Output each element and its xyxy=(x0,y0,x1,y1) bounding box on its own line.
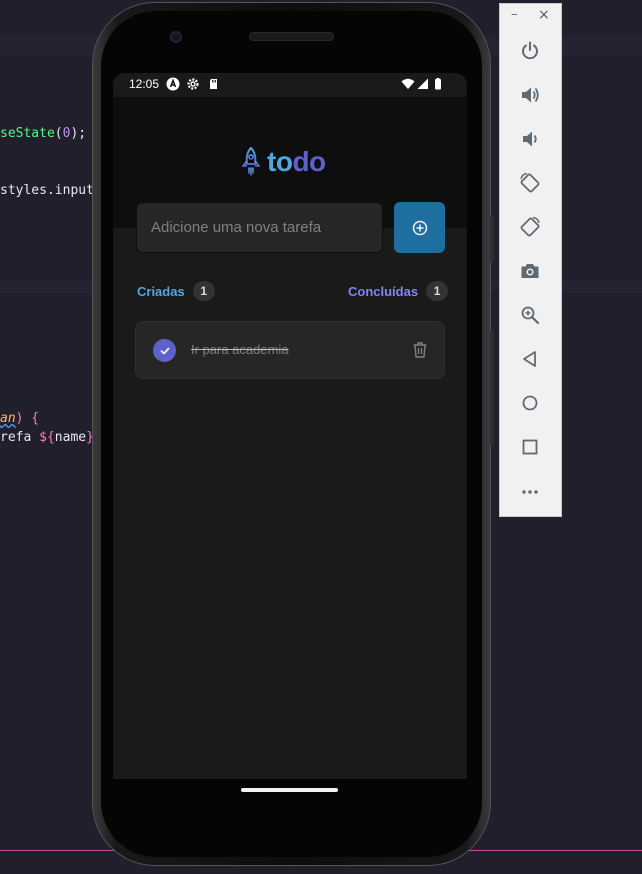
code-token: name xyxy=(54,430,87,445)
rotate-left-icon xyxy=(520,172,540,193)
gesture-home-bar[interactable] xyxy=(241,788,338,792)
back-button[interactable] xyxy=(517,346,543,372)
earpiece-speaker xyxy=(249,32,334,41)
phone-volume-button xyxy=(490,215,494,263)
close-button[interactable]: × xyxy=(538,7,550,23)
code-token: ) { xyxy=(15,411,40,426)
code-line-1: seState(0); xyxy=(0,126,86,141)
zoom-icon xyxy=(521,306,540,325)
settings-gear-icon xyxy=(187,78,199,90)
done-label: Concluídas xyxy=(348,283,419,299)
overview-icon xyxy=(522,439,538,455)
rotate-left-button[interactable] xyxy=(517,170,543,196)
rocket-icon xyxy=(242,147,260,176)
code-token: an xyxy=(0,411,16,426)
more-button[interactable] xyxy=(517,478,543,504)
overview-button[interactable] xyxy=(517,434,543,460)
rotate-right-icon xyxy=(520,216,540,237)
screenshot-button[interactable] xyxy=(517,258,543,284)
todo-logo: todo xyxy=(241,145,326,179)
volume-down-icon xyxy=(523,131,537,147)
status-time: 12:05 xyxy=(129,77,160,91)
sd-card-icon xyxy=(210,79,217,89)
android-notification-icon xyxy=(166,77,180,91)
volume-down-button[interactable] xyxy=(517,126,543,152)
created-label: Criadas xyxy=(137,283,185,299)
app-title-part-1: to xyxy=(267,146,293,177)
phone-side-button xyxy=(490,330,494,446)
code-token: ${ xyxy=(39,430,55,445)
minimize-button[interactable]: – xyxy=(511,7,518,22)
new-task-input[interactable] xyxy=(136,202,383,253)
power-button[interactable] xyxy=(517,38,543,64)
power-icon xyxy=(522,41,538,60)
code-line-3: an) { xyxy=(0,411,39,426)
check-icon xyxy=(160,347,169,354)
code-token: ); xyxy=(70,126,87,141)
more-icon xyxy=(522,490,538,494)
code-token: styles.input xyxy=(0,183,94,198)
front-camera xyxy=(170,31,182,43)
task-item: Ir para academia xyxy=(135,321,445,379)
camera-icon xyxy=(521,264,539,278)
plus-circle-icon xyxy=(412,220,427,235)
task-complete-checkbox[interactable] xyxy=(153,339,176,362)
created-counter: Criadas 1 xyxy=(137,281,215,301)
app-title: todo xyxy=(267,146,326,178)
done-count-badge: 1 xyxy=(426,281,449,301)
status-bar: 12:05 xyxy=(113,73,467,97)
created-count-badge: 1 xyxy=(192,281,215,301)
back-icon xyxy=(523,351,536,367)
code-token: seState xyxy=(0,126,55,141)
emulator-toolbar: – × xyxy=(499,3,562,517)
task-text: Ir para academia xyxy=(191,342,289,357)
toolbar-titlebar: – × xyxy=(500,4,563,30)
code-line-2: styles.input xyxy=(0,183,94,198)
add-task-button[interactable] xyxy=(394,202,445,253)
code-token: ( xyxy=(54,126,63,141)
code-line-4: refa ${name} xyxy=(0,430,94,445)
home-icon xyxy=(522,395,538,411)
battery-icon xyxy=(435,78,441,90)
done-counter: Concluídas 1 xyxy=(348,281,449,301)
app-title-part-2: do xyxy=(292,146,326,177)
signal-icon xyxy=(417,78,428,89)
rotate-right-button[interactable] xyxy=(517,214,543,240)
trash-icon[interactable] xyxy=(412,341,428,359)
wifi-icon xyxy=(401,78,415,89)
home-button[interactable] xyxy=(517,390,543,416)
volume-up-button[interactable] xyxy=(517,82,543,108)
phone-screen: 12:05 todo Adicione uma nova tarefa Cria… xyxy=(113,73,467,779)
volume-up-icon xyxy=(522,87,539,103)
code-token: refa xyxy=(0,430,40,445)
zoom-button[interactable] xyxy=(517,302,543,328)
